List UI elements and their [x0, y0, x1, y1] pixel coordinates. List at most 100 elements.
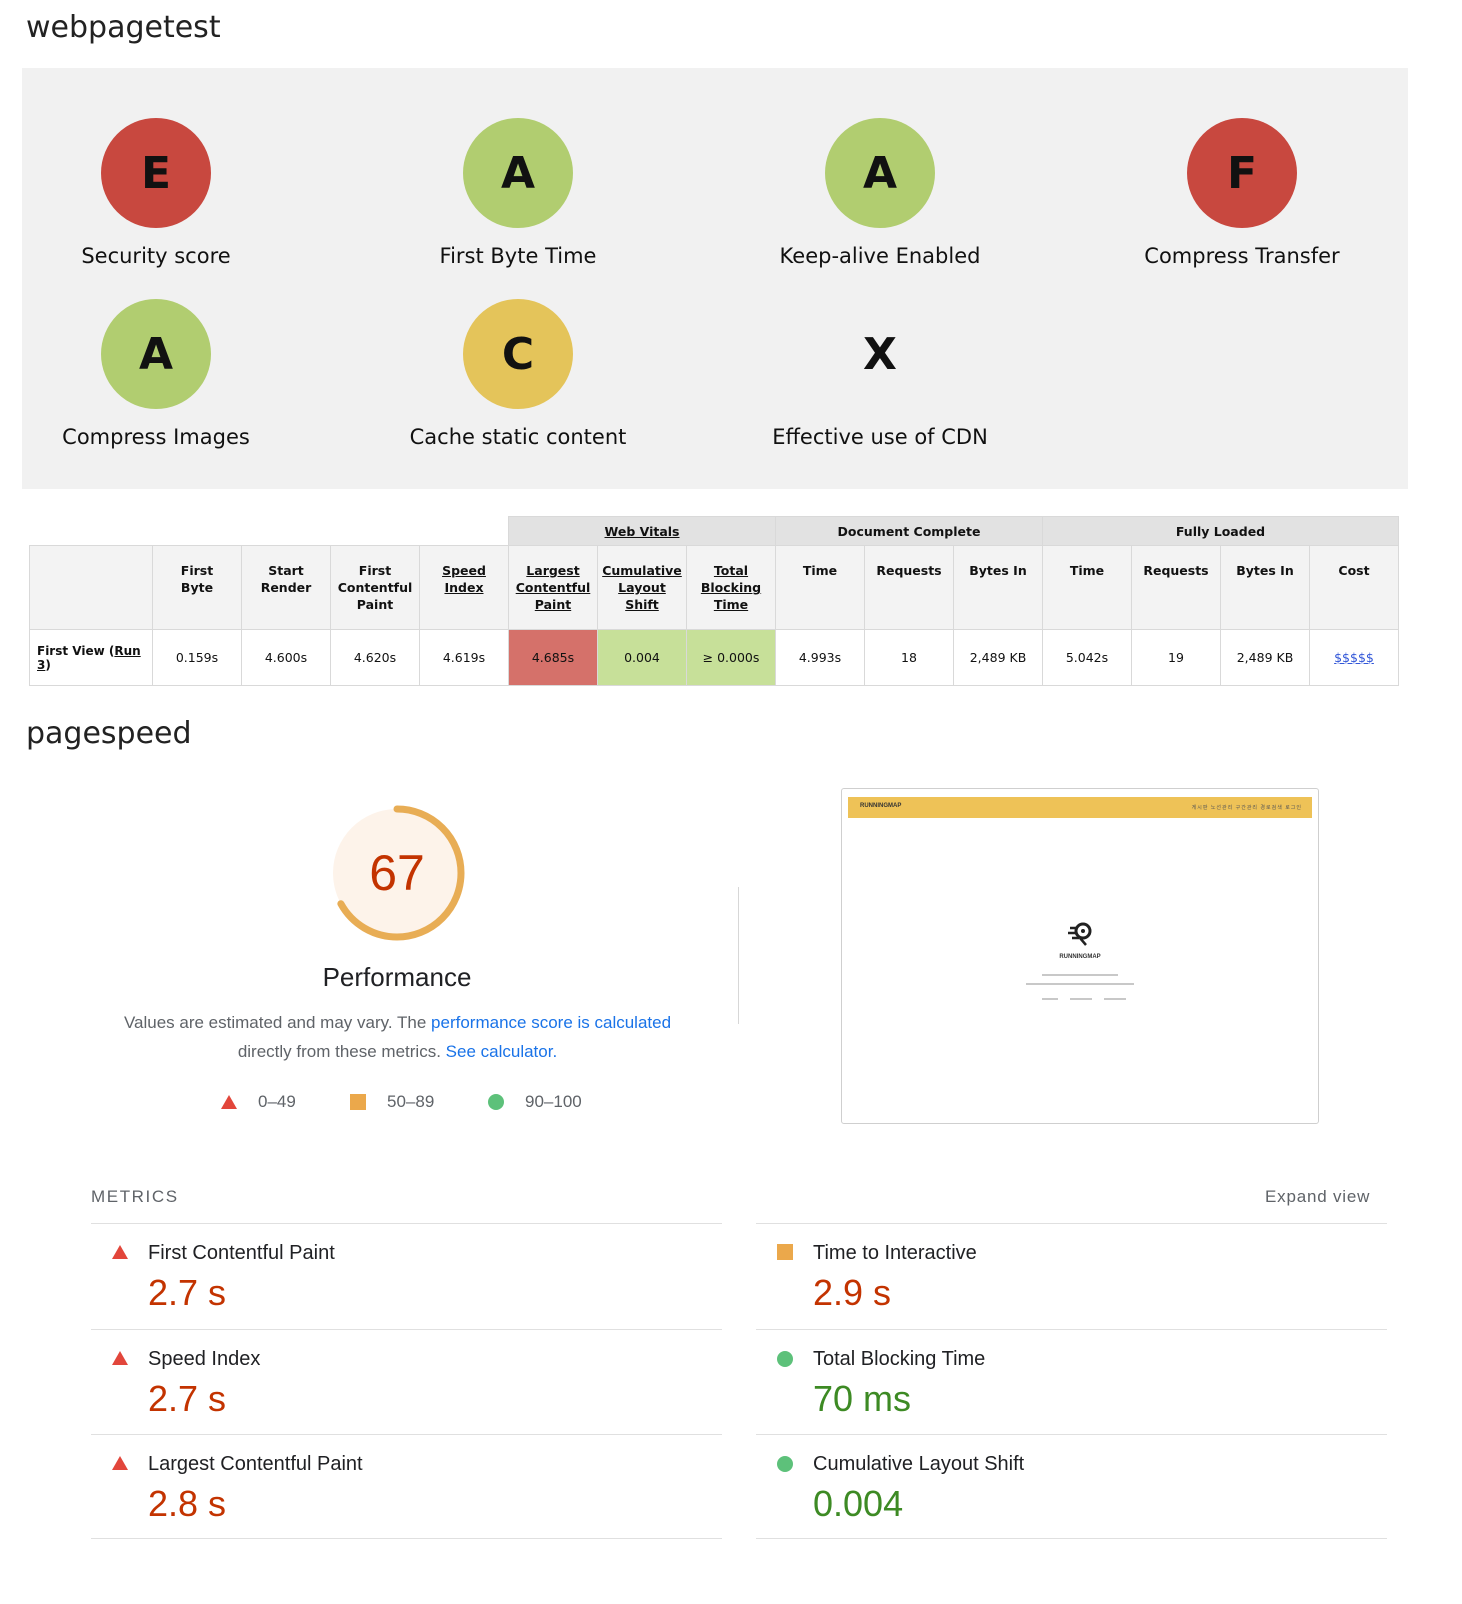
grade-cdn[interactable]: X Effective use of CDN: [730, 299, 1030, 450]
grade-keep-alive[interactable]: A Keep-alive Enabled: [730, 118, 1030, 268]
square-icon: [350, 1094, 366, 1110]
triangle-icon: [112, 1456, 128, 1470]
grade-circle: X: [863, 328, 897, 380]
grade-label: Compress Images: [62, 425, 250, 449]
grade-label: Compress Transfer: [1144, 244, 1340, 268]
header-dc-bytes: Bytes In: [953, 545, 1043, 630]
column-header-row: First Byte Start Render First Contentful Pai…: [29, 545, 1399, 630]
preview-text-line: [1104, 998, 1126, 1000]
legend-fail: 0–49: [220, 1092, 296, 1112]
row-label: First View (Run 3): [29, 629, 153, 686]
group-blank: [29, 516, 509, 546]
cell-cost[interactable]: $$$$$: [1309, 629, 1399, 686]
circle-icon: [777, 1351, 793, 1367]
metric-value: 2.9 s: [813, 1272, 892, 1313]
metric-first-contentful-paint: First Contentful Paint 2.7 s: [91, 1224, 711, 1328]
preview-text-line: [1042, 998, 1058, 1000]
grade-circle: F: [1187, 118, 1297, 228]
divider: [738, 887, 739, 1024]
header-speed-index[interactable]: Speed Index: [419, 545, 509, 630]
cell-dc-requests: 18: [864, 629, 954, 686]
header-lcp[interactable]: Largest Contentful Paint: [508, 545, 598, 630]
grade-label: Effective use of CDN: [772, 425, 988, 449]
cell-lcp: 4.685s: [508, 629, 598, 686]
cell-fl-bytes: 2,489 KB: [1220, 629, 1310, 686]
cell-tbt: ≥ 0.000s: [686, 629, 776, 686]
group-document-complete: Document Complete: [775, 516, 1043, 546]
cell-cls: 0.004: [597, 629, 687, 686]
preview-logo: RUNNINGMAP: [860, 803, 902, 809]
performance-gauge[interactable]: 67: [326, 802, 468, 944]
performance-description: Values are estimated and may vary. The p…: [123, 1013, 672, 1061]
grades-panel: E Security score A First Byte Time A Kee…: [22, 68, 1408, 489]
header-cost: Cost: [1309, 545, 1399, 630]
metric-value: 2.7 s: [148, 1272, 227, 1313]
grade-cache-static[interactable]: C Cache static content: [368, 299, 668, 449]
circle-icon: [488, 1094, 504, 1110]
preview-header: RUNNINGMAP 게시판 노선관리 구간관리 경로검색 로그인: [848, 797, 1312, 818]
cell-dc-bytes: 2,489 KB: [953, 629, 1043, 686]
grade-circle: C: [463, 299, 573, 409]
grade-compress-transfer[interactable]: F Compress Transfer: [1092, 118, 1392, 268]
pagespeed-title: pagespeed: [26, 716, 192, 751]
grade-circle: A: [463, 118, 573, 228]
metric-value: 0.004: [813, 1483, 904, 1524]
metric-time-to-interactive: Time to Interactive 2.9 s: [756, 1224, 1376, 1328]
cost-link[interactable]: $$$$$: [1334, 650, 1374, 665]
circle-icon: [777, 1456, 793, 1472]
page-screenshot-preview[interactable]: RUNNINGMAP 게시판 노선관리 구간관리 경로검색 로그인 RUNNIN…: [841, 788, 1319, 1124]
cell-fl-time: 5.042s: [1042, 629, 1132, 686]
score-calculated-link[interactable]: performance score is calculated: [431, 1013, 671, 1032]
header-start-render: Start Render: [241, 545, 331, 630]
grade-circle: A: [101, 299, 211, 409]
triangle-icon: [112, 1351, 128, 1365]
header-fl-requests: Requests: [1131, 545, 1221, 630]
preview-text-line: [1042, 974, 1118, 976]
metric-total-blocking-time: Total Blocking Time 70 ms: [756, 1330, 1376, 1434]
performance-score: 67: [369, 845, 425, 901]
legend-fail-label: 0–49: [258, 1092, 296, 1111]
metric-name: Speed Index: [148, 1348, 261, 1370]
legend-average: 50–89: [349, 1092, 434, 1112]
performance-title: Performance: [322, 962, 472, 992]
grade-circle: E: [101, 118, 211, 228]
square-icon: [777, 1244, 793, 1260]
header-fl-time: Time: [1042, 545, 1132, 630]
grade-circle: A: [825, 118, 935, 228]
cell-speed-index: 4.619s: [419, 629, 509, 686]
header-dc-time: Time: [775, 545, 865, 630]
expand-view-button[interactable]: Expand view: [1265, 1187, 1370, 1207]
grade-compress-images[interactable]: A Compress Images: [6, 299, 306, 449]
legend-pass-label: 90–100: [525, 1092, 582, 1111]
metric-name: Total Blocking Time: [813, 1348, 986, 1370]
header-blank: [29, 545, 153, 630]
grade-security[interactable]: E Security score: [6, 118, 306, 268]
grade-label: First Byte Time: [439, 244, 597, 268]
header-first-contentful-paint: First Contentful Paint: [330, 545, 420, 630]
header-dc-requests: Requests: [864, 545, 954, 630]
preview-text-line: [1026, 983, 1134, 985]
preview-brand: RUNNINGMAP: [1059, 954, 1101, 960]
cell-fcp: 4.620s: [330, 629, 420, 686]
header-cls[interactable]: Cumulative Layout Shift: [597, 545, 687, 630]
grade-label: Security score: [81, 244, 231, 268]
metric-value: 70 ms: [813, 1378, 912, 1419]
grade-first-byte-time[interactable]: A First Byte Time: [368, 118, 668, 268]
triangle-icon: [112, 1245, 128, 1259]
metric-cumulative-layout-shift: Cumulative Layout Shift 0.004: [756, 1435, 1376, 1539]
preview-text-line: [1070, 998, 1092, 1000]
metric-speed-index: Speed Index 2.7 s: [91, 1330, 711, 1434]
see-calculator-link[interactable]: See calculator.: [446, 1042, 558, 1061]
metric-name: Cumulative Layout Shift: [813, 1453, 1025, 1475]
cell-dc-time: 4.993s: [775, 629, 865, 686]
webpagetest-title: webpagetest: [26, 10, 221, 45]
header-tbt[interactable]: Total Blocking Time: [686, 545, 776, 630]
runningmap-logo-icon: [1068, 922, 1092, 946]
metric-value: 2.8 s: [148, 1483, 227, 1524]
web-vitals-link[interactable]: Web Vitals: [605, 524, 680, 539]
metric-name: Time to Interactive: [813, 1242, 977, 1264]
group-web-vitals[interactable]: Web Vitals: [508, 516, 776, 546]
grade-label: Cache static content: [409, 425, 627, 449]
preview-nav: 게시판 노선관리 구간관리 경로검색 로그인: [1191, 805, 1302, 811]
cell-first-byte: 0.159s: [152, 629, 242, 686]
